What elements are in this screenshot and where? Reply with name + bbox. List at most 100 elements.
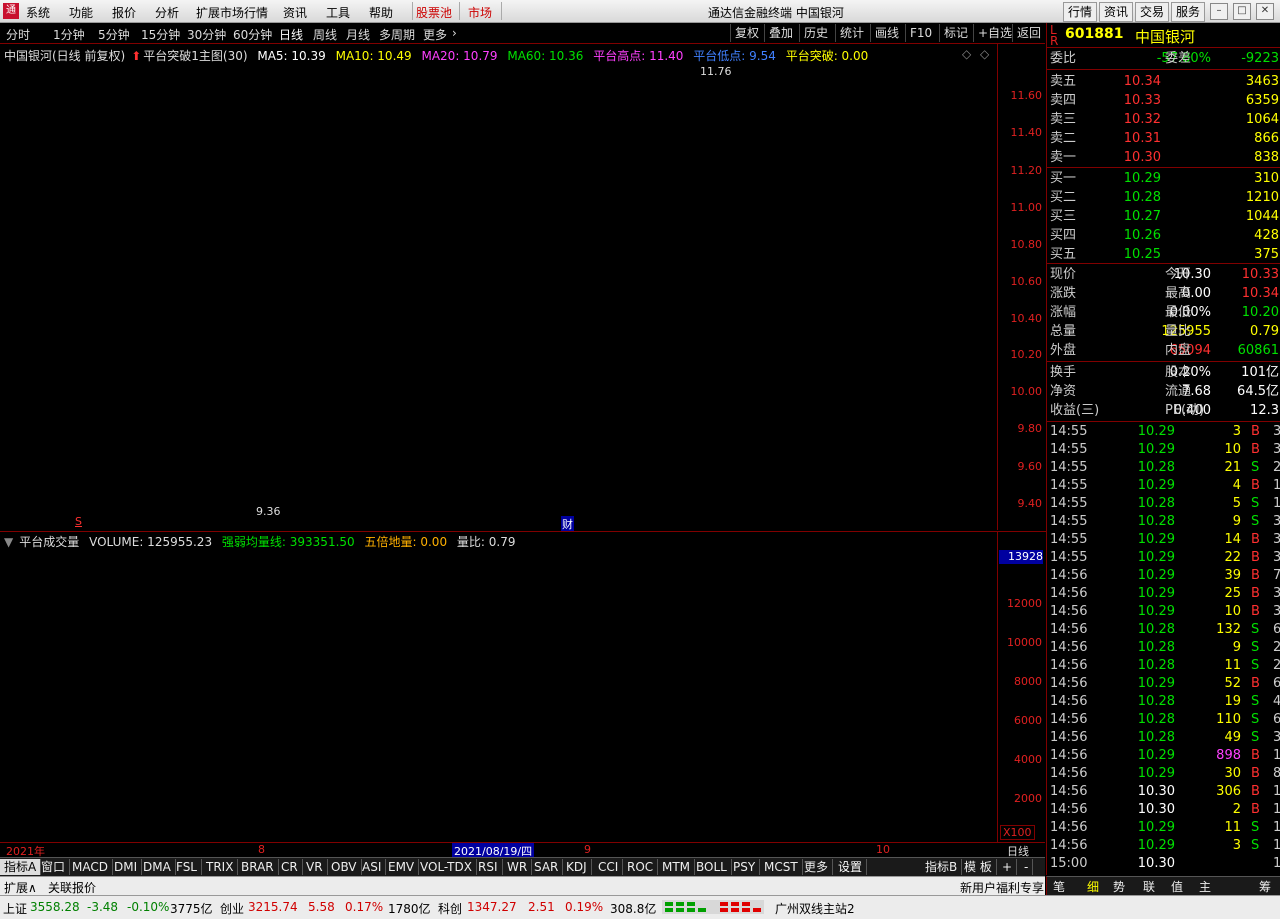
expand-button[interactable]: 扩展∧ (4, 879, 37, 896)
menu-analysis[interactable]: 分析 (155, 4, 179, 21)
promo-link[interactable]: 新用户福利专享 (960, 879, 1044, 896)
bid-row[interactable]: 买四 10.26 428 (1047, 226, 1280, 245)
ask-row[interactable]: 卖四 10.33 6359 (1047, 91, 1280, 110)
indicator-mcst[interactable]: MCST (760, 859, 803, 875)
menu-ext-market[interactable]: 扩展市场行情 (196, 4, 268, 21)
toolbar-mark[interactable]: 标记 (939, 24, 972, 42)
tab-chip[interactable]: 筹 (1259, 878, 1271, 895)
volume-chart-area[interactable] (0, 531, 997, 842)
server-name[interactable]: 广州双线主站2 (775, 900, 855, 917)
indicator-sar[interactable]: SAR (530, 859, 564, 875)
indicator-cr[interactable]: CR (277, 859, 303, 875)
top-tab-trade[interactable]: 交易 (1135, 2, 1169, 22)
tab-main[interactable]: 主 (1199, 878, 1211, 895)
indicator-psy[interactable]: PSY (729, 859, 761, 875)
bid-row[interactable]: 买三 10.27 1044 (1047, 207, 1280, 226)
ask-row[interactable]: 卖五 10.34 3463 (1047, 72, 1280, 91)
indicator-trix[interactable]: TRIX (202, 859, 239, 875)
indicator-fsl[interactable]: FSL (172, 859, 202, 875)
menu-market[interactable]: 市场 (468, 4, 492, 21)
indicator-macd[interactable]: MACD (68, 859, 113, 875)
period-weekly[interactable]: 周线 (313, 26, 337, 43)
indicator-dma[interactable]: DMA (139, 859, 176, 875)
bid-row[interactable]: 买五 10.25 375 (1047, 245, 1280, 264)
indicator-brar[interactable]: BRAR (237, 859, 279, 875)
tick-volume: 3 (1232, 838, 1241, 853)
period-daily[interactable]: 日线 (279, 26, 303, 43)
indicator-emv[interactable]: EMV (384, 859, 420, 875)
chevron-left-icon[interactable]: ◇ (962, 47, 971, 61)
volume-indicator-name[interactable]: 平台成交量 (19, 535, 79, 549)
indicator-more[interactable]: 更多 (800, 859, 834, 875)
tab-trend[interactable]: 势 (1113, 878, 1125, 895)
menu-stock-pool[interactable]: 股票池 (416, 4, 452, 21)
indicator-settings[interactable]: 设置 (834, 859, 868, 875)
indicator-cci[interactable]: CCI (594, 859, 624, 875)
period-1min[interactable]: 1分钟 (53, 26, 85, 43)
indicator-mtm[interactable]: MTM (658, 859, 696, 875)
period-multi[interactable]: 多周期 (379, 26, 415, 43)
period-30min[interactable]: 30分钟 (187, 26, 226, 43)
period-monthly[interactable]: 月线 (346, 26, 370, 43)
toolbar-draw[interactable]: 画线 (870, 24, 903, 42)
indicator-rsi[interactable]: RSI (474, 859, 503, 875)
indicator-vr[interactable]: VR (302, 859, 328, 875)
template-button[interactable]: 模 板 (960, 859, 997, 875)
indicator-wr[interactable]: WR (503, 859, 533, 875)
indicator-roc[interactable]: ROC (623, 859, 659, 875)
chevron-down-icon[interactable]: ▼ (4, 535, 13, 549)
toolbar-add-watch[interactable]: +自选 (973, 24, 1016, 42)
bid-row[interactable]: 买一 10.29 310 (1047, 169, 1280, 188)
chevron-right-icon[interactable]: ◇ (980, 47, 989, 61)
minimize-icon[interactable]: – (1210, 3, 1228, 20)
menu-info[interactable]: 资讯 (283, 4, 307, 21)
toolbar-back[interactable]: 返回 (1012, 24, 1045, 42)
indicator-kdj[interactable]: KDJ (562, 859, 592, 875)
ask-row[interactable]: 卖二 10.31 866 (1047, 129, 1280, 148)
indicator-dmi[interactable]: DMI (110, 859, 143, 875)
finance-marker[interactable]: 财 (561, 516, 574, 532)
tab-tick[interactable]: 笔 (1053, 878, 1065, 895)
chevron-right-icon[interactable]: › (452, 26, 457, 40)
indicator-a-tab[interactable]: 指标A (0, 859, 42, 875)
menu-help[interactable]: 帮助 (369, 4, 393, 21)
bid-row[interactable]: 买二 10.28 1210 (1047, 188, 1280, 207)
tick-row: 14:56 10.29 11 S 1 (1047, 819, 1280, 837)
period-timeshare[interactable]: 分时 (6, 26, 30, 43)
toolbar-stats[interactable]: 统计 (835, 24, 868, 42)
main-chart-area[interactable] (0, 44, 997, 530)
related-quotes-button[interactable]: 关联报价 (48, 879, 96, 896)
top-tab-service[interactable]: 服务 (1171, 2, 1205, 22)
period-5min[interactable]: 5分钟 (98, 26, 130, 43)
zoom-in-button[interactable]: + (998, 859, 1018, 875)
ask-row[interactable]: 卖一 10.30 838 (1047, 148, 1280, 167)
zoom-out-button[interactable]: - (1020, 859, 1034, 875)
tab-related[interactable]: 联 (1143, 878, 1155, 895)
toolbar-f10[interactable]: F10 (905, 24, 936, 42)
indicator-obv[interactable]: OBV (327, 859, 362, 875)
menu-system[interactable]: 系统 (26, 4, 50, 21)
period-more[interactable]: 更多 (423, 26, 447, 43)
menu-quote[interactable]: 报价 (112, 4, 136, 21)
period-15min[interactable]: 15分钟 (141, 26, 180, 43)
chart-indicator-name[interactable]: 平台突破1主图(30) (143, 49, 247, 63)
indicator-window[interactable]: 窗口 (37, 859, 71, 875)
close-icon[interactable]: ✕ (1256, 3, 1274, 20)
tick-volume: 10 (1224, 442, 1241, 457)
toolbar-overlay[interactable]: 叠加 (764, 24, 797, 42)
tab-detail[interactable]: 细 (1087, 878, 1099, 895)
toolbar-history[interactable]: 历史 (799, 24, 832, 42)
ask-row[interactable]: 卖三 10.32 1064 (1047, 110, 1280, 129)
top-tab-news[interactable]: 资讯 (1099, 2, 1133, 22)
menu-function[interactable]: 功能 (69, 4, 93, 21)
indicator-vol-tdx[interactable]: VOL-TDX (416, 859, 477, 875)
period-60min[interactable]: 60分钟 (233, 26, 272, 43)
indicator-asi[interactable]: ASI (358, 859, 387, 875)
indicator-b-tab[interactable]: 指标B (921, 859, 963, 875)
top-tab-market[interactable]: 行情 (1063, 2, 1097, 22)
tab-value[interactable]: 值 (1171, 878, 1183, 895)
maximize-icon[interactable]: □ (1233, 3, 1251, 20)
toolbar-adjust[interactable]: 复权 (730, 24, 763, 42)
menu-tools[interactable]: 工具 (326, 4, 350, 21)
indicator-boll[interactable]: BOLL (692, 859, 732, 875)
